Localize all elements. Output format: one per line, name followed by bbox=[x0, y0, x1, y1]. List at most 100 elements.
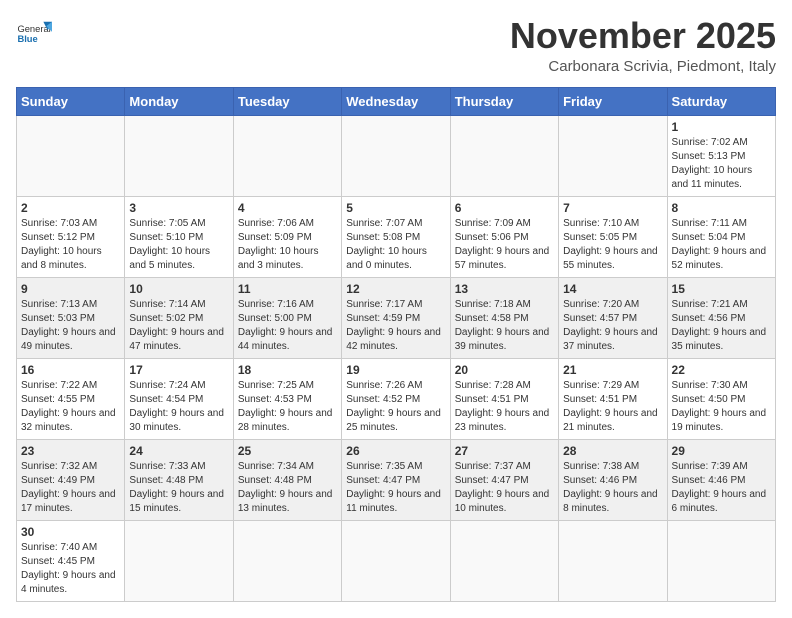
day-info: Sunrise: 7:34 AM Sunset: 4:48 PM Dayligh… bbox=[238, 460, 337, 516]
day-number: 14 bbox=[563, 282, 662, 296]
day-info: Sunrise: 7:11 AM Sunset: 5:04 PM Dayligh… bbox=[672, 217, 771, 273]
calendar-cell: 18Sunrise: 7:25 AM Sunset: 4:53 PM Dayli… bbox=[233, 358, 341, 439]
day-number: 15 bbox=[672, 282, 771, 296]
week-row-2: 9Sunrise: 7:13 AM Sunset: 5:03 PM Daylig… bbox=[17, 277, 776, 358]
day-number: 19 bbox=[346, 363, 445, 377]
calendar-header: SundayMondayTuesdayWednesdayThursdayFrid… bbox=[17, 87, 776, 115]
day-number: 8 bbox=[672, 201, 771, 215]
calendar-cell bbox=[125, 115, 233, 196]
calendar-cell bbox=[17, 115, 125, 196]
calendar-cell: 12Sunrise: 7:17 AM Sunset: 4:59 PM Dayli… bbox=[342, 277, 450, 358]
calendar-cell bbox=[233, 115, 341, 196]
day-number: 17 bbox=[129, 363, 228, 377]
calendar-cell: 26 Sunrise: 7:35 AM Sunset: 4:47 PM Dayli… bbox=[342, 439, 450, 520]
calendar-cell: 29Sunrise: 7:39 AM Sunset: 4:46 PM Dayli… bbox=[667, 439, 775, 520]
svg-text:Blue: Blue bbox=[17, 34, 37, 44]
logo-icon: General Blue bbox=[16, 16, 52, 52]
day-info: Sunrise: 7:21 AM Sunset: 4:56 PM Dayligh… bbox=[672, 298, 771, 354]
day-info: Sunrise: 7:24 AM Sunset: 4:54 PM Dayligh… bbox=[129, 379, 228, 435]
calendar-cell: 10Sunrise: 7:14 AM Sunset: 5:02 PM Dayli… bbox=[125, 277, 233, 358]
calendar-cell: 6Sunrise: 7:09 AM Sunset: 5:06 PM Daylig… bbox=[450, 196, 558, 277]
day-number: 24 bbox=[129, 444, 228, 458]
calendar-cell: 1 Sunrise: 7:02 AM Sunset: 5:13 PM Daylig… bbox=[667, 115, 775, 196]
day-info: Sunrise: 7:17 AM Sunset: 4:59 PM Dayligh… bbox=[346, 298, 445, 354]
day-info: Sunrise: 7:40 AM Sunset: 4:45 PM Dayligh… bbox=[21, 541, 120, 597]
day-info: Sunrise: 7:20 AM Sunset: 4:57 PM Dayligh… bbox=[563, 298, 662, 354]
calendar-cell: 3Sunrise: 7:05 AM Sunset: 5:10 PM Daylig… bbox=[125, 196, 233, 277]
day-number: 30 bbox=[21, 525, 120, 539]
day-number: 26 bbox=[346, 444, 445, 458]
calendar-cell: 14 Sunrise: 7:20 AM Sunset: 4:57 PM Dayli… bbox=[559, 277, 667, 358]
calendar-cell: 24Sunrise: 7:33 AM Sunset: 4:48 PM Dayli… bbox=[125, 439, 233, 520]
day-number: 28 bbox=[563, 444, 662, 458]
calendar-cell bbox=[233, 520, 341, 601]
header-cell-sunday: Sunday bbox=[17, 87, 125, 115]
calendar-cell: 21 Sunrise: 7:29 AM Sunset: 4:51 PM Dayli… bbox=[559, 358, 667, 439]
day-info: Sunrise: 7:35 AM Sunset: 4:47 PM Dayligh… bbox=[346, 460, 445, 516]
calendar-cell: 22 Sunrise: 7:30 AM Sunset: 4:50 PM Dayli… bbox=[667, 358, 775, 439]
day-info: Sunrise: 7:30 AM Sunset: 4:50 PM Dayligh… bbox=[672, 379, 771, 435]
calendar-cell: 15 Sunrise: 7:21 AM Sunset: 4:56 PM Dayli… bbox=[667, 277, 775, 358]
day-number: 1 bbox=[672, 120, 771, 134]
day-number: 5 bbox=[346, 201, 445, 215]
day-number: 21 bbox=[563, 363, 662, 377]
calendar-title: November 2025 bbox=[510, 16, 776, 56]
calendar-cell: 19 Sunrise: 7:26 AM Sunset: 4:52 PM Dayli… bbox=[342, 358, 450, 439]
day-info: Sunrise: 7:02 AM Sunset: 5:13 PM Dayligh… bbox=[672, 136, 771, 192]
day-info: Sunrise: 7:10 AM Sunset: 5:05 PM Dayligh… bbox=[563, 217, 662, 273]
calendar-cell: 2 Sunrise: 7:03 AM Sunset: 5:12 PM Daylig… bbox=[17, 196, 125, 277]
day-info: Sunrise: 7:05 AM Sunset: 5:10 PM Dayligh… bbox=[129, 217, 228, 273]
calendar-cell: 7 Sunrise: 7:10 AM Sunset: 5:05 PM Daylig… bbox=[559, 196, 667, 277]
day-number: 27 bbox=[455, 444, 554, 458]
day-number: 20 bbox=[455, 363, 554, 377]
calendar-cell: 30 Sunrise: 7:40 AM Sunset: 4:45 PM Dayli… bbox=[17, 520, 125, 601]
header-cell-saturday: Saturday bbox=[667, 87, 775, 115]
day-number: 13 bbox=[455, 282, 554, 296]
calendar-subtitle: Carbonara Scrivia, Piedmont, Italy bbox=[510, 58, 776, 75]
day-number: 4 bbox=[238, 201, 337, 215]
day-info: Sunrise: 7:03 AM Sunset: 5:12 PM Dayligh… bbox=[21, 217, 120, 273]
calendar-cell bbox=[342, 520, 450, 601]
calendar-cell: 16Sunrise: 7:22 AM Sunset: 4:55 PM Dayli… bbox=[17, 358, 125, 439]
calendar-cell bbox=[342, 115, 450, 196]
calendar-cell: 17 Sunrise: 7:24 AM Sunset: 4:54 PM Dayli… bbox=[125, 358, 233, 439]
week-row-4: 23Sunrise: 7:32 AM Sunset: 4:49 PM Dayli… bbox=[17, 439, 776, 520]
day-info: Sunrise: 7:16 AM Sunset: 5:00 PM Dayligh… bbox=[238, 298, 337, 354]
day-info: Sunrise: 7:28 AM Sunset: 4:51 PM Dayligh… bbox=[455, 379, 554, 435]
week-row-3: 16Sunrise: 7:22 AM Sunset: 4:55 PM Dayli… bbox=[17, 358, 776, 439]
day-info: Sunrise: 7:07 AM Sunset: 5:08 PM Dayligh… bbox=[346, 217, 445, 273]
page-container: General Blue November 2025 Carbonara Scr… bbox=[16, 16, 776, 602]
day-number: 7 bbox=[563, 201, 662, 215]
day-info: Sunrise: 7:25 AM Sunset: 4:53 PM Dayligh… bbox=[238, 379, 337, 435]
calendar-cell: 23Sunrise: 7:32 AM Sunset: 4:49 PM Dayli… bbox=[17, 439, 125, 520]
day-number: 10 bbox=[129, 282, 228, 296]
day-number: 22 bbox=[672, 363, 771, 377]
day-number: 2 bbox=[21, 201, 120, 215]
week-row-5: 30 Sunrise: 7:40 AM Sunset: 4:45 PM Dayli… bbox=[17, 520, 776, 601]
calendar-cell bbox=[125, 520, 233, 601]
day-number: 11 bbox=[238, 282, 337, 296]
calendar-cell bbox=[559, 115, 667, 196]
logo: General Blue bbox=[16, 16, 52, 52]
header-row: SundayMondayTuesdayWednesdayThursdayFrid… bbox=[17, 87, 776, 115]
calendar-cell: 4Sunrise: 7:06 AM Sunset: 5:09 PM Daylig… bbox=[233, 196, 341, 277]
header-cell-monday: Monday bbox=[125, 87, 233, 115]
header-cell-thursday: Thursday bbox=[450, 87, 558, 115]
day-info: Sunrise: 7:18 AM Sunset: 4:58 PM Dayligh… bbox=[455, 298, 554, 354]
calendar-table: SundayMondayTuesdayWednesdayThursdayFrid… bbox=[16, 87, 776, 602]
day-number: 16 bbox=[21, 363, 120, 377]
calendar-cell bbox=[559, 520, 667, 601]
calendar-cell: 5 Sunrise: 7:07 AM Sunset: 5:08 PM Daylig… bbox=[342, 196, 450, 277]
calendar-cell bbox=[667, 520, 775, 601]
day-info: Sunrise: 7:38 AM Sunset: 4:46 PM Dayligh… bbox=[563, 460, 662, 516]
calendar-cell: 8 Sunrise: 7:11 AM Sunset: 5:04 PM Daylig… bbox=[667, 196, 775, 277]
calendar-cell bbox=[450, 520, 558, 601]
day-info: Sunrise: 7:29 AM Sunset: 4:51 PM Dayligh… bbox=[563, 379, 662, 435]
day-number: 29 bbox=[672, 444, 771, 458]
calendar-body: 1 Sunrise: 7:02 AM Sunset: 5:13 PM Daylig… bbox=[17, 115, 776, 601]
day-info: Sunrise: 7:26 AM Sunset: 4:52 PM Dayligh… bbox=[346, 379, 445, 435]
calendar-cell: 27Sunrise: 7:37 AM Sunset: 4:47 PM Dayli… bbox=[450, 439, 558, 520]
day-info: Sunrise: 7:13 AM Sunset: 5:03 PM Dayligh… bbox=[21, 298, 120, 354]
day-info: Sunrise: 7:32 AM Sunset: 4:49 PM Dayligh… bbox=[21, 460, 120, 516]
week-row-1: 2 Sunrise: 7:03 AM Sunset: 5:12 PM Daylig… bbox=[17, 196, 776, 277]
